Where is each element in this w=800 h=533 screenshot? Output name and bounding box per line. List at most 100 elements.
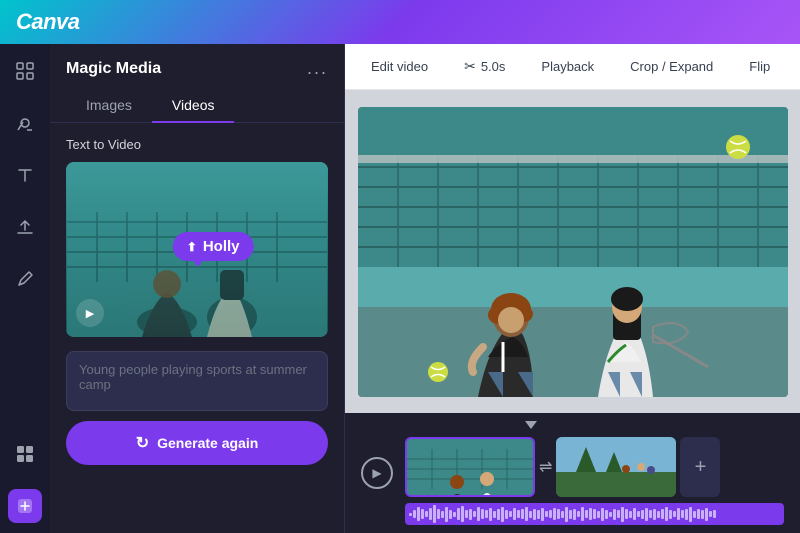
- waveform-bar: [493, 511, 496, 518]
- video-clip-2[interactable]: [556, 437, 676, 497]
- video-clip-1[interactable]: [405, 437, 535, 497]
- add-clip-button[interactable]: +: [680, 437, 720, 497]
- waveform-bar: [421, 509, 424, 519]
- waveform-bar: [477, 507, 480, 521]
- panel-more-button[interactable]: ...: [307, 58, 328, 79]
- waveform-bar: [449, 510, 452, 519]
- canva-logo: Canva: [16, 9, 80, 35]
- text-to-video-label: Text to Video: [66, 137, 328, 152]
- waveform-bar: [689, 507, 692, 522]
- sidebar-icon-grid[interactable]: [8, 54, 42, 88]
- waveform-bar: [677, 508, 680, 520]
- waveform-bar: [561, 511, 564, 518]
- clip-transition[interactable]: ⇌: [539, 457, 552, 477]
- waveform-bar: [441, 511, 444, 518]
- waveform-bar: [481, 509, 484, 519]
- waveform-bar: [513, 508, 516, 520]
- waveform-bar: [425, 511, 428, 517]
- waveform-bar: [581, 507, 584, 521]
- waveform-bar: [577, 511, 580, 517]
- panel-title: Magic Media: [66, 60, 161, 78]
- waveform-bar: [409, 513, 412, 516]
- waveform-bar: [701, 510, 704, 519]
- waveform-bar: [617, 510, 620, 518]
- waveform-bar: [673, 511, 676, 517]
- waveform-bar: [597, 511, 600, 518]
- waveform-bar: [445, 507, 448, 522]
- holly-name: Holly: [203, 238, 240, 255]
- waveform-bar: [473, 511, 476, 517]
- timeline-track: ⇌: [405, 421, 784, 525]
- main-photo: [358, 107, 788, 397]
- waveform-bar: [465, 510, 468, 518]
- tab-videos[interactable]: Videos: [152, 89, 235, 123]
- waveform-bar: [669, 510, 672, 519]
- tab-images[interactable]: Images: [66, 89, 152, 123]
- sidebar-icon-draw[interactable]: [8, 262, 42, 296]
- video-play-button[interactable]: ▶: [76, 299, 104, 327]
- waveform-bar: [585, 510, 588, 518]
- waveform-bar: [609, 512, 612, 517]
- waveform-bar: [661, 509, 664, 519]
- timeline-play-button[interactable]: ▶: [361, 457, 393, 489]
- waveform-bar: [461, 506, 464, 522]
- waveform-bar: [569, 510, 572, 519]
- timeline: ▶: [345, 413, 800, 533]
- sidebar-icon-apps[interactable]: [8, 437, 42, 471]
- waveform-bar: [553, 508, 556, 520]
- sidebar-icon-magic[interactable]: [8, 489, 42, 523]
- canvas-area: [345, 90, 800, 413]
- sidebar-icons: [0, 44, 50, 533]
- toolbar: Edit video ✂ 5.0s Playback Crop / Expand…: [345, 44, 800, 90]
- waveform-bar: [625, 509, 628, 519]
- left-panel: Magic Media ... Images Videos Text to Vi…: [50, 44, 345, 533]
- sidebar-icon-text[interactable]: [8, 158, 42, 192]
- timeline-indicator: [405, 421, 784, 429]
- waveform-bar: [693, 511, 696, 518]
- waveform-bar: [433, 505, 436, 523]
- waveform-bar: [413, 510, 416, 518]
- main-photo-svg: [358, 107, 788, 397]
- waveform-bar: [497, 509, 500, 520]
- sidebar-icon-shapes[interactable]: [8, 106, 42, 140]
- top-bar: Canva: [0, 0, 800, 44]
- generate-button[interactable]: ↻ Generate again: [66, 421, 328, 465]
- scissors-icon: ✂: [464, 58, 476, 75]
- waveform-bar: [565, 507, 568, 522]
- waveform-bar: [685, 509, 688, 520]
- flip-button[interactable]: Flip: [739, 53, 780, 80]
- prompt-input[interactable]: [66, 351, 328, 411]
- waveform-bar: [709, 511, 712, 517]
- playhead-indicator: [525, 421, 537, 429]
- waveform-bar: [605, 510, 608, 519]
- clip-1-thumbnail: [407, 439, 535, 497]
- waveform-bar: [457, 508, 460, 520]
- waveform-bar: [681, 510, 684, 518]
- waveform-bar: [517, 510, 520, 518]
- edit-video-button[interactable]: Edit video: [361, 53, 438, 80]
- waveform: [405, 503, 784, 525]
- waveform-bar: [485, 510, 488, 518]
- flip-label: Flip: [749, 59, 770, 74]
- sidebar-icon-upload[interactable]: [8, 210, 42, 244]
- waveform-bar: [697, 509, 700, 519]
- waveform-bar: [613, 509, 616, 520]
- waveform-bar: [621, 507, 624, 522]
- duration-label: 5.0s: [481, 59, 506, 74]
- waveform-bar: [429, 508, 432, 520]
- clips-row: ⇌: [405, 437, 784, 497]
- waveform-bar: [601, 508, 604, 521]
- waveform-bar: [665, 507, 668, 521]
- menu-button[interactable]: ☰: [796, 53, 800, 81]
- waveform-bar: [437, 509, 440, 519]
- clip-2-thumbnail: [556, 437, 676, 497]
- waveform-bar: [589, 508, 592, 520]
- crop-expand-button[interactable]: Crop / Expand: [620, 53, 723, 80]
- playback-button[interactable]: Playback: [531, 53, 604, 80]
- waveform-bar: [657, 511, 660, 518]
- scissors-duration[interactable]: ✂ 5.0s: [454, 52, 515, 81]
- waveform-bar: [549, 510, 552, 518]
- waveform-bar: [629, 511, 632, 518]
- refresh-icon: ↻: [136, 433, 149, 453]
- timeline-play-icon: ▶: [372, 466, 381, 480]
